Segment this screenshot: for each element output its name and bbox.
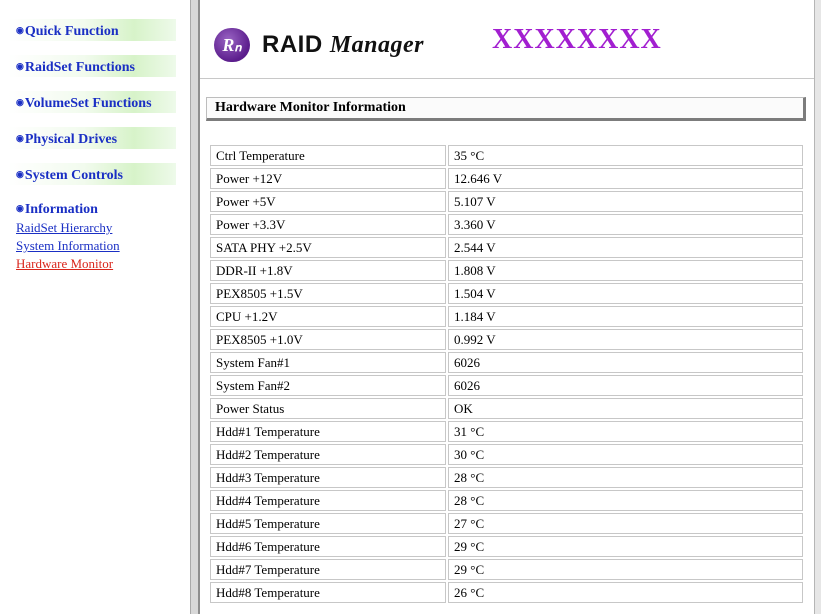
table-row: DDR-II +1.8V 1.808 V <box>210 260 803 281</box>
sensor-value: 30 °C <box>448 444 803 465</box>
sensor-label: Power Status <box>210 398 446 419</box>
sensor-label: Power +12V <box>210 168 446 189</box>
sensor-value: 6026 <box>448 375 803 396</box>
table-row: Power +5V 5.107 V <box>210 191 803 212</box>
sensor-label: Hdd#2 Temperature <box>210 444 446 465</box>
sensor-value: 5.107 V <box>448 191 803 212</box>
table-row: Hdd#3 Temperature 28 °C <box>210 467 803 488</box>
nav-item-label: Physical Drives <box>24 132 118 147</box>
sensor-value: 0.992 V <box>448 329 803 350</box>
sensor-label: Hdd#5 Temperature <box>210 513 446 534</box>
nav-information-label: Information <box>24 202 98 217</box>
sensor-value: 6026 <box>448 352 803 373</box>
table-row: System Fan#1 6026 <box>210 352 803 373</box>
nav-link-system-information[interactable]: System Information <box>16 238 120 254</box>
sensor-value: 27 °C <box>448 513 803 534</box>
sensor-label: Hdd#4 Temperature <box>210 490 446 511</box>
nav-volumeset-functions[interactable]: ◉VolumeSet Functions <box>8 91 176 113</box>
sensor-value: 12.646 V <box>448 168 803 189</box>
scrollbar[interactable] <box>814 0 821 614</box>
bullet-icon: ◉ <box>16 61 24 71</box>
table-row: Hdd#5 Temperature 27 °C <box>210 513 803 534</box>
sensor-label: Power +3.3V <box>210 214 446 235</box>
sensor-label: Ctrl Temperature <box>210 145 446 166</box>
logo-script-word: Manager <box>329 32 425 58</box>
table-row: Hdd#8 Temperature 26 °C <box>210 582 803 603</box>
table-row: CPU +1.2V 1.184 V <box>210 306 803 327</box>
bullet-icon: ◉ <box>16 169 24 179</box>
nav-link-raidset-hierarchy[interactable]: RaidSet Hierarchy <box>16 220 112 236</box>
raid-manager-logo-icon: Rₙ <box>214 28 250 62</box>
bullet-icon: ◉ <box>16 97 24 107</box>
header-banner: Rₙ RAID Manager XXXXXXXX <box>200 6 821 79</box>
nav-raidset-functions[interactable]: ◉RaidSet Functions <box>8 55 176 77</box>
sensor-value: 1.808 V <box>448 260 803 281</box>
nav-item-label: System Controls <box>24 168 123 183</box>
table-row: Power +12V 12.646 V <box>210 168 803 189</box>
sensor-label: SATA PHY +2.5V <box>210 237 446 258</box>
bullet-icon: ◉ <box>16 203 24 213</box>
sensor-label: Hdd#6 Temperature <box>210 536 446 557</box>
table-row: Power Status OK <box>210 398 803 419</box>
sensor-value: 28 °C <box>448 467 803 488</box>
navigation-frame: ◉Quick Function ◉RaidSet Functions ◉Volu… <box>0 0 190 614</box>
nav-quick-function[interactable]: ◉Quick Function <box>8 19 176 41</box>
sensor-label: System Fan#2 <box>210 375 446 396</box>
table-row: PEX8505 +1.5V 1.504 V <box>210 283 803 304</box>
device-name: XXXXXXXX <box>492 24 662 55</box>
sensor-label: System Fan#1 <box>210 352 446 373</box>
table-row: Ctrl Temperature 35 °C <box>210 145 803 166</box>
sensor-label: PEX8505 +1.5V <box>210 283 446 304</box>
sensor-label: DDR-II +1.8V <box>210 260 446 281</box>
nav-information-heading[interactable]: ◉Information <box>16 202 98 218</box>
sensor-value: 29 °C <box>448 559 803 580</box>
sensor-label: Power +5V <box>210 191 446 212</box>
sensor-value: 3.360 V <box>448 214 803 235</box>
table-row: Hdd#2 Temperature 30 °C <box>210 444 803 465</box>
nav-link-hardware-monitor[interactable]: Hardware Monitor <box>16 256 113 272</box>
logo-word: RAID <box>262 31 323 58</box>
section-title: Hardware Monitor Information <box>206 97 806 121</box>
table-row: Hdd#1 Temperature 31 °C <box>210 421 803 442</box>
sensor-label: Hdd#1 Temperature <box>210 421 446 442</box>
table-row: System Fan#2 6026 <box>210 375 803 396</box>
sensor-value: 2.544 V <box>448 237 803 258</box>
sensor-label: Hdd#8 Temperature <box>210 582 446 603</box>
sensor-value: 1.504 V <box>448 283 803 304</box>
bullet-icon: ◉ <box>16 133 24 143</box>
sensor-label: CPU +1.2V <box>210 306 446 327</box>
nav-item-label: Quick Function <box>24 24 119 39</box>
nav-item-label: VolumeSet Functions <box>24 96 152 111</box>
hardware-monitor-table: Ctrl Temperature 35 °C Power +12V 12.646 VP… <box>208 143 805 605</box>
sensor-value: 28 °C <box>448 490 803 511</box>
sensor-label: Hdd#3 Temperature <box>210 467 446 488</box>
table-row: Hdd#7 Temperature 29 °C <box>210 559 803 580</box>
nav-system-controls[interactable]: ◉System Controls <box>8 163 176 185</box>
sensor-value: 1.184 V <box>448 306 803 327</box>
sensor-label: PEX8505 +1.0V <box>210 329 446 350</box>
table-row: PEX8505 +1.0V 0.992 V <box>210 329 803 350</box>
table-row: Power +3.3V 3.360 V <box>210 214 803 235</box>
table-row: Hdd#4 Temperature 28 °C <box>210 490 803 511</box>
bullet-icon: ◉ <box>16 25 24 35</box>
table-row: Hdd#6 Temperature 29 °C <box>210 536 803 557</box>
sensor-value: 35 °C <box>448 145 803 166</box>
sensor-value: 31 °C <box>448 421 803 442</box>
nav-physical-drives[interactable]: ◉Physical Drives <box>8 127 176 149</box>
frame-divider[interactable] <box>190 0 200 614</box>
sensor-value: 29 °C <box>448 536 803 557</box>
sensor-value: OK <box>448 398 803 419</box>
app-logo-text: RAID Manager <box>262 31 424 59</box>
sensor-label: Hdd#7 Temperature <box>210 559 446 580</box>
table-row: SATA PHY +2.5V 2.544 V <box>210 237 803 258</box>
sensor-value: 26 °C <box>448 582 803 603</box>
nav-item-label: RaidSet Functions <box>24 60 135 75</box>
